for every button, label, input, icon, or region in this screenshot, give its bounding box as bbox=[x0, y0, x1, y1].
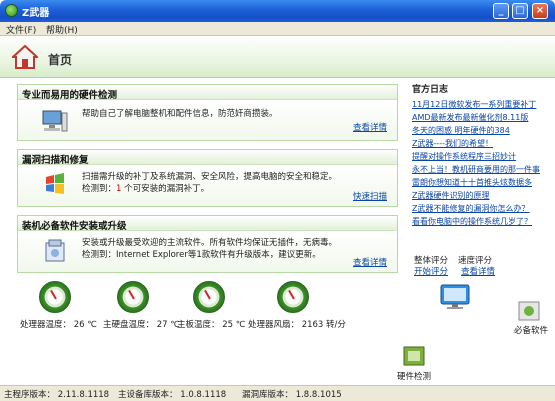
hardware-detect-panel: 专业而易用的硬件检测 帮助自己了解电脑整机和配件信息，防范奸商攒装。 查看详情 bbox=[17, 84, 398, 141]
menu-help[interactable]: 帮助(H) bbox=[46, 23, 78, 36]
minimize-button[interactable]: _ bbox=[493, 3, 509, 19]
hardware-detect-icon[interactable] bbox=[402, 345, 426, 367]
disk-temp-gauge bbox=[117, 281, 149, 313]
status-bar: 主程序版本： 2.11.8.1118 主设备库版本： 1.0.8.1118 漏洞… bbox=[0, 385, 555, 401]
speed-detail-link[interactable]: 查看详情 bbox=[461, 265, 495, 277]
main-version: 主程序版本： 2.11.8.1118 bbox=[4, 390, 110, 400]
menu-bar: 文件(F) 帮助(H) bbox=[0, 22, 555, 36]
board-temp-label: 主板温度： 25 ℃ bbox=[177, 320, 246, 330]
news-item[interactable]: 提醒对操作系统程序三招妙计 bbox=[412, 150, 552, 163]
news-item[interactable]: 雷朗你想知道十十首推头炫数据多 bbox=[412, 176, 552, 189]
news-item[interactable]: Z武器不能修复的漏洞你怎么办？ bbox=[412, 202, 552, 215]
software-status: 检测到：Internet Explorer等1款软件有升级版本，建议更新。 bbox=[82, 250, 321, 260]
fan-speed-label: 处理器风扇： 2163 转/分 bbox=[248, 320, 346, 330]
news-item[interactable]: 11月12日微软发布一系列重要补丁 bbox=[412, 98, 552, 111]
news-item[interactable]: Z武器硬件识别的原理 bbox=[412, 189, 552, 202]
home-icon bbox=[12, 45, 38, 69]
title-bar: Z武器 _ □ × bbox=[0, 0, 555, 22]
start-score-link[interactable]: 开始评分 bbox=[414, 265, 448, 277]
news-column: 官方日志 11月12日微软发布一系列重要补丁 AMD最新发布最新催化剂8.11版… bbox=[412, 82, 552, 228]
news-item[interactable]: 冬天的困惑 明年硬件的384 bbox=[412, 124, 552, 137]
news-item[interactable]: Z武器----我们的希望！ bbox=[412, 137, 552, 150]
hardware-shortcut-label[interactable]: 硬件检测 bbox=[397, 370, 431, 382]
page-header: 首页 bbox=[0, 36, 555, 78]
board-temp-gauge bbox=[193, 281, 225, 313]
cpu-temp-label: 处理器温度： 26 ℃ bbox=[20, 320, 97, 330]
quick-scan-link[interactable]: 快速扫描 bbox=[353, 190, 387, 202]
software-install-panel: 装机必备软件安装或升级 安装或升级最受欢迎的主流软件。所有软件均保证无插件，无病… bbox=[17, 215, 398, 273]
status-prefix: 检测到： bbox=[82, 184, 117, 194]
window-title: Z武器 bbox=[22, 8, 50, 19]
news-item[interactable]: AMD最新发布最新催化剂8.11版 bbox=[412, 111, 552, 124]
cpu-temp-gauge bbox=[39, 281, 71, 313]
menu-file[interactable]: 文件(F) bbox=[6, 23, 36, 36]
panel-title: 装机必备软件安装或升级 bbox=[18, 216, 397, 232]
panel-description: 扫描需升级的补丁及系统漏洞、安全风险，提高电脑的安全和稳定。 bbox=[82, 172, 338, 182]
disk-temp-label: 主硬盘温度： 27 ℃ bbox=[103, 320, 180, 330]
software-icon[interactable] bbox=[516, 298, 542, 322]
windows-logo-icon bbox=[46, 173, 64, 194]
news-title: 官方日志 bbox=[412, 85, 449, 95]
app-icon bbox=[5, 4, 18, 17]
panel-title: 专业而易用的硬件检测 bbox=[18, 85, 397, 101]
software-package-icon bbox=[45, 239, 65, 262]
fan-speed-gauge bbox=[277, 281, 309, 313]
news-item[interactable]: 永不上当！教机研商要用的那一件事 bbox=[412, 163, 552, 176]
device-version: 主设备库版本： 1.0.8.1118 bbox=[118, 390, 227, 400]
panel-description: 安装或升级最受欢迎的主流软件。所有软件均保证无插件，无病毒。 bbox=[82, 238, 338, 248]
hardware-detail-link[interactable]: 查看详情 bbox=[353, 121, 387, 133]
monitor-icon[interactable] bbox=[440, 284, 470, 310]
vulnerability-scan-panel: 漏洞扫描和修复 扫描需升级的补丁及系统漏洞、安全风险，提高电脑的安全和稳定。 检… bbox=[17, 149, 398, 207]
close-button[interactable]: × bbox=[532, 3, 548, 19]
computer-icon bbox=[42, 110, 68, 132]
software-detail-link[interactable]: 查看详情 bbox=[353, 256, 387, 268]
patch-status: 检测到：1 个可安装的漏洞补丁。 bbox=[82, 182, 209, 194]
vuln-version: 漏洞库版本： 1.8.8.1015 bbox=[242, 390, 342, 400]
panel-description: 帮助自己了解电脑整机和配件信息，防范奸商攒装。 bbox=[82, 109, 278, 119]
page-title: 首页 bbox=[48, 53, 73, 67]
status-suffix: 个可安装的漏洞补丁。 bbox=[121, 184, 210, 194]
maximize-button[interactable]: □ bbox=[512, 3, 528, 19]
software-shortcut-label[interactable]: 必备软件 bbox=[514, 324, 548, 336]
news-item[interactable]: 看看你电脑中的操作系统几岁了？ bbox=[412, 215, 552, 228]
panel-title: 漏洞扫描和修复 bbox=[18, 150, 397, 166]
